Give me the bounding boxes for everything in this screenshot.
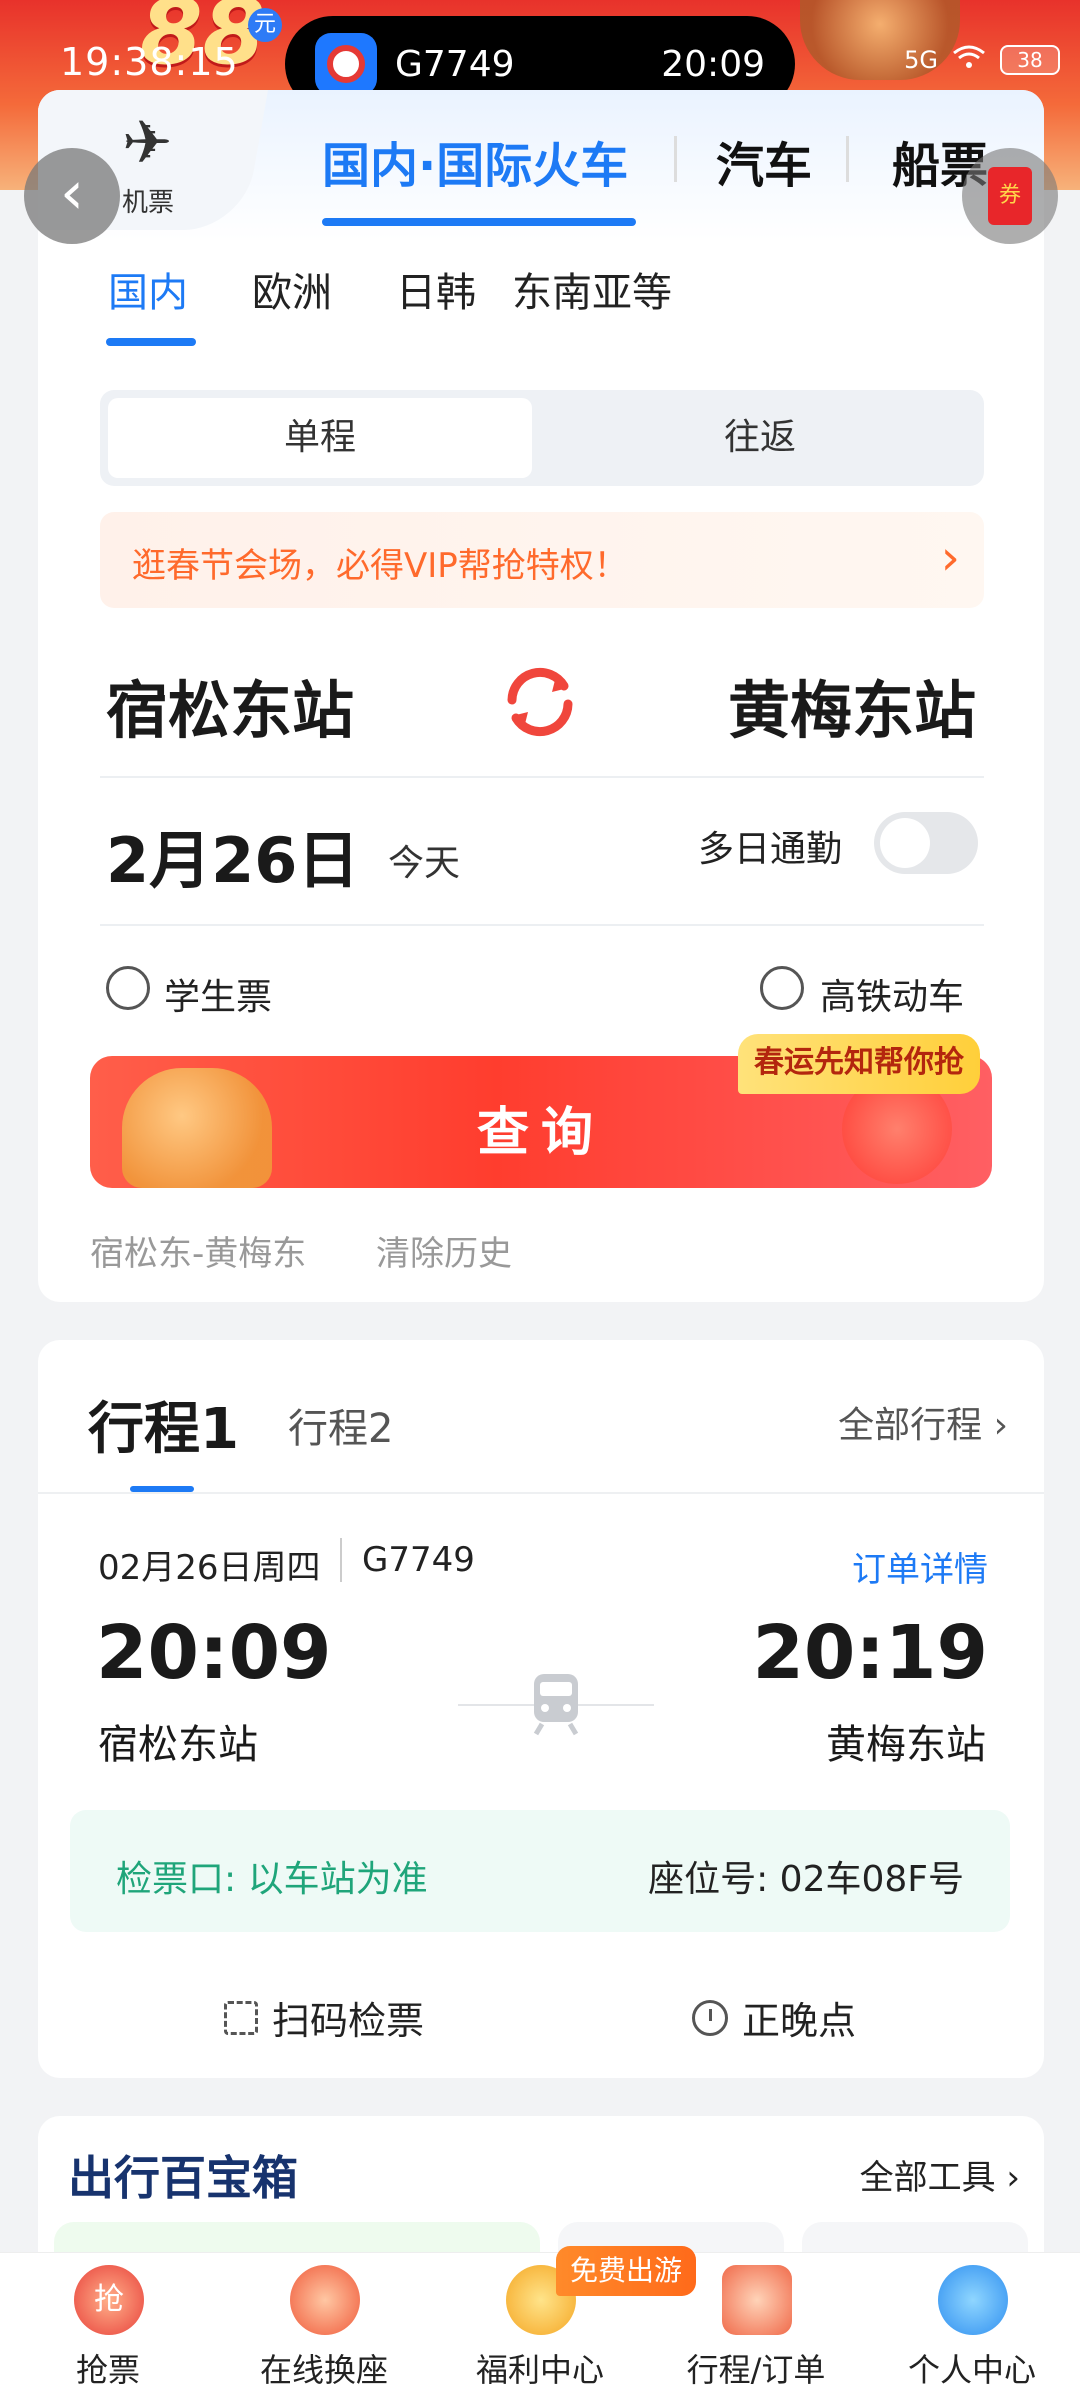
student-ticket-radio[interactable] xyxy=(106,966,150,1010)
tab-trip-1[interactable]: 行程1 xyxy=(88,1384,239,1465)
multi-day-commute-toggle[interactable] xyxy=(874,812,978,874)
on-time-status-button[interactable]: 正晚点 xyxy=(692,1990,856,2045)
region-tab-southeast-asia[interactable]: 东南亚等 xyxy=(512,260,672,318)
clear-history-button[interactable]: 清除历史 xyxy=(376,1226,512,1275)
transport-mode-tabs: ✈ 机票 国内·国际火车 汽车 船票 xyxy=(38,90,1044,240)
tab-divider xyxy=(674,136,677,182)
status-time: 19:38:15 xyxy=(60,40,239,84)
divider xyxy=(100,924,984,926)
nav-label: 在线换座 xyxy=(259,2351,388,2389)
clock-icon xyxy=(692,1999,728,2036)
trip-card: 行程1 行程2 全部行程 › 02月26日周四 G7749 订单详情 20:09… xyxy=(38,1340,1044,2078)
free-travel-badge: 免费出游 xyxy=(556,2246,697,2296)
trip-train-number: G7749 xyxy=(362,1540,475,1580)
nav-label: 抢票 xyxy=(75,2351,140,2389)
chevron-right-icon: › xyxy=(982,1405,1008,1446)
divider xyxy=(38,1492,1044,1494)
nav-label: 行程/订单 xyxy=(686,2351,826,2389)
scan-ticket-label: 扫码检票 xyxy=(272,1999,425,2043)
tab-bus[interactable]: 汽车 xyxy=(716,126,812,196)
trip-date: 02月26日周四 xyxy=(98,1548,321,1588)
trip-type-segment: 单程 往返 xyxy=(100,390,984,486)
region-tab-europe[interactable]: 欧洲 xyxy=(252,260,332,318)
one-way-option[interactable]: 单程 xyxy=(108,398,532,478)
plane-icon[interactable]: ✈ xyxy=(122,108,172,178)
student-ticket-label[interactable]: 学生票 xyxy=(164,968,272,1020)
spring-festival-promo[interactable]: 逛春节会场，必得VIP帮抢特权！ › xyxy=(100,512,984,608)
region-tab-underline xyxy=(106,338,196,346)
ticket-gate: 检票口: 以车站为准 xyxy=(116,1859,428,1900)
toolbox-title: 出行百宝箱 xyxy=(68,2151,298,2205)
wifi-icon xyxy=(952,44,986,76)
grab-ticket-icon: 抢 xyxy=(74,2265,144,2335)
arrival-station-name: 黄梅东站 xyxy=(826,1722,986,1768)
bottom-nav: 抢 抢票 在线换座 福利中心 行程/订单 个人中心 xyxy=(0,2252,1080,2400)
travel-date[interactable]: 2月26日 xyxy=(106,810,359,900)
round-trip-option[interactable]: 往返 xyxy=(548,398,972,478)
divider xyxy=(340,1538,342,1582)
banner-unit: 元 xyxy=(248,8,282,42)
query-button-label: 查询 xyxy=(476,1103,605,1163)
nav-label: 个人中心 xyxy=(907,2351,1036,2389)
chevron-right-icon: › xyxy=(940,530,960,586)
high-speed-label[interactable]: 高铁动车 xyxy=(820,968,964,1020)
region-tab-domestic[interactable]: 国内 xyxy=(108,260,188,318)
on-time-label: 正晚点 xyxy=(742,1999,857,2043)
arrival-station[interactable]: 黄梅东站 xyxy=(728,660,976,750)
search-history-item[interactable]: 宿松东-黄梅东 xyxy=(90,1226,306,1275)
all-tools-link[interactable]: 全部工具 › xyxy=(860,2150,1020,2199)
departure-time: 20:09 xyxy=(96,1610,332,1696)
scan-ticket-button[interactable]: 扫码检票 xyxy=(224,1990,424,2045)
tab-train-underline xyxy=(322,218,636,226)
tab-plane-label[interactable]: 机票 xyxy=(122,182,174,219)
all-tools-label: 全部工具 xyxy=(859,2158,996,2198)
nav-label: 福利中心 xyxy=(475,2351,604,2389)
search-card: ✈ 机票 国内·国际火车 汽车 船票 国内 欧洲 日韩 东南亚等 单程 往返 逛… xyxy=(38,90,1044,1302)
status-icons: 5G 38 xyxy=(904,44,1060,76)
island-train-number: G7749 xyxy=(395,43,515,85)
gate-seat-info: 检票口: 以车站为准 座位号: 02车08F号 xyxy=(70,1810,1010,1932)
back-button[interactable]: ‹ xyxy=(24,148,120,244)
query-badge: 春运先知帮你抢 xyxy=(738,1034,980,1094)
tab-divider xyxy=(846,136,849,182)
tab-train[interactable]: 国内·国际火车 xyxy=(322,126,628,196)
railway-logo-icon xyxy=(315,33,377,95)
mascot-avatar-icon xyxy=(938,2265,1008,2335)
divider xyxy=(100,776,984,778)
tab-trip-2[interactable]: 行程2 xyxy=(288,1396,393,1454)
chevron-right-icon: › xyxy=(995,2158,1020,2198)
date-note: 今天 xyxy=(388,843,461,884)
region-tab-japan-korea[interactable]: 日韩 xyxy=(396,260,476,318)
coupon-button[interactable]: 券 xyxy=(962,148,1058,244)
departure-station-name: 宿松东站 xyxy=(98,1722,258,1768)
order-detail-link[interactable]: 订单详情 xyxy=(852,1542,988,1591)
coupon-icon: 券 xyxy=(988,167,1032,225)
nav-item-seat-change[interactable]: 在线换座 xyxy=(216,2253,432,2400)
swap-stations-icon[interactable] xyxy=(498,660,582,744)
qr-code-icon xyxy=(224,2000,258,2035)
high-speed-radio[interactable] xyxy=(760,966,804,1010)
order-scroll-icon xyxy=(722,2265,792,2335)
battery-icon: 38 xyxy=(1000,45,1060,75)
arrival-time: 20:19 xyxy=(752,1610,988,1696)
promo-text: 逛春节会场，必得VIP帮抢特权！ xyxy=(132,546,628,586)
multi-day-commute-label: 多日通勤 xyxy=(698,829,843,870)
seat-icon xyxy=(290,2265,360,2335)
region-tabs: 国内 欧洲 日韩 东南亚等 xyxy=(38,260,1044,350)
island-departure-time: 20:09 xyxy=(661,43,765,85)
signal-icon: 5G xyxy=(904,46,938,74)
nav-item-profile[interactable]: 个人中心 xyxy=(864,2253,1080,2400)
train-icon xyxy=(533,1674,579,1736)
all-trips-label: 全部行程 xyxy=(838,1405,983,1446)
seat-number: 座位号: 02车08F号 xyxy=(648,1859,964,1900)
nav-item-grab-ticket[interactable]: 抢 抢票 xyxy=(0,2253,216,2400)
all-trips-link[interactable]: 全部行程 › xyxy=(838,1396,1008,1448)
departure-station[interactable]: 宿松东站 xyxy=(106,660,354,750)
